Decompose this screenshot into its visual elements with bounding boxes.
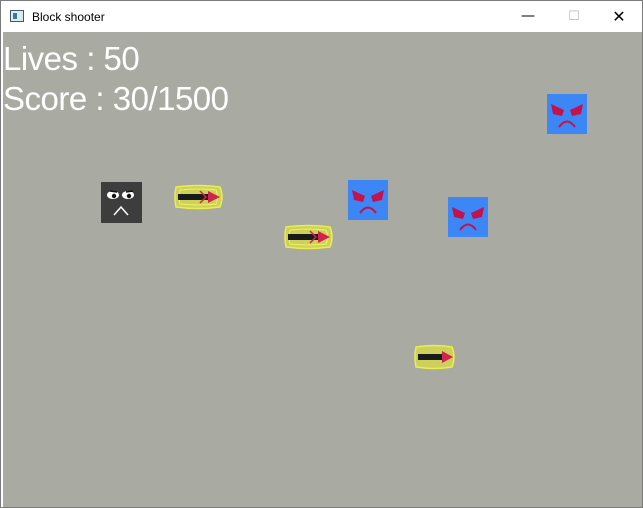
title-bar[interactable]: Block shooter — ☐ ✕ bbox=[1, 1, 642, 32]
enemy-block bbox=[348, 180, 388, 220]
bullet bbox=[284, 224, 333, 250]
minimize-button[interactable]: — bbox=[505, 1, 551, 32]
enemy-block bbox=[547, 94, 587, 134]
maximize-button[interactable]: ☐ bbox=[551, 1, 597, 32]
game-window: Block shooter — ☐ ✕ Lives : 50 Score : 3… bbox=[0, 0, 643, 508]
close-button[interactable]: ✕ bbox=[596, 1, 642, 32]
game-canvas[interactable]: Lives : 50 Score : 30/1500 bbox=[3, 32, 642, 507]
enemy-block bbox=[448, 197, 488, 237]
app-icon bbox=[10, 10, 24, 22]
window-title: Block shooter bbox=[32, 10, 105, 24]
score-counter: Score : 30/1500 bbox=[3, 80, 229, 117]
lives-counter: Lives : 50 bbox=[3, 40, 140, 77]
player-block bbox=[101, 182, 142, 223]
bullet bbox=[174, 184, 223, 210]
bullet bbox=[414, 344, 455, 370]
